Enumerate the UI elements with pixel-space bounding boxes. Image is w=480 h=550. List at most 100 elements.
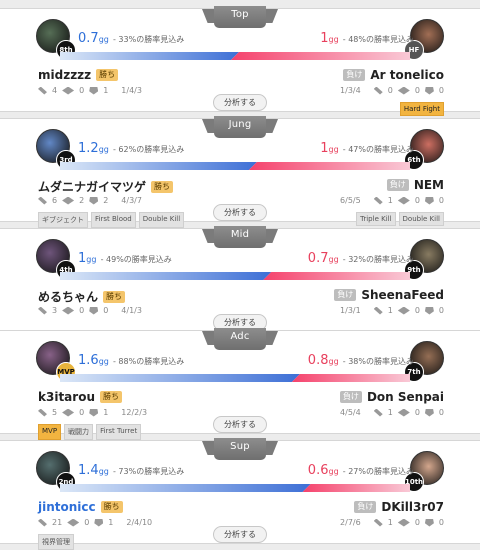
right-gold-score: 0.8gg - 38%の勝率見込み	[308, 353, 414, 368]
right-player-name[interactable]: DKill3r07	[381, 500, 444, 514]
right-player[interactable]: 負け Don Senpai	[339, 390, 444, 404]
left-winrate: - 73%の勝率見込み	[112, 467, 185, 476]
right-player[interactable]: 負け SheenaFeed	[334, 288, 444, 302]
red-side-fill	[263, 272, 410, 280]
lose-badge: 負け	[343, 69, 366, 81]
right-champion-avatar[interactable]: 6th	[404, 129, 444, 170]
kill-icon	[397, 518, 410, 527]
left-player[interactable]: めるちゃん 勝ち	[38, 288, 126, 305]
death-count: 1	[103, 408, 109, 417]
kda-value: 6/5/5	[340, 196, 361, 205]
analyze-button[interactable]: 分析する	[213, 416, 267, 433]
kill-icon	[397, 408, 410, 417]
ward-icon	[373, 408, 383, 417]
left-player[interactable]: jintonicc 勝ち	[38, 500, 123, 514]
ward-icon	[38, 86, 47, 95]
left-gold-score: 1.4gg - 73%の勝率見込み	[78, 463, 184, 478]
right-player[interactable]: 負け NEM	[386, 178, 444, 192]
death-icon	[424, 518, 434, 527]
ward-icon	[38, 518, 47, 527]
left-player-name[interactable]: ムダニナガイマツゲ	[38, 178, 146, 195]
lose-badge: 負け	[354, 501, 377, 513]
left-champion-avatar[interactable]: MVP	[36, 341, 76, 382]
achievement-tag: Hard Fight	[399, 102, 444, 116]
kill-count: 0	[414, 306, 420, 315]
death-icon	[94, 518, 104, 527]
death-icon	[424, 306, 434, 315]
right-champion-avatar[interactable]: 7th	[404, 341, 444, 382]
lane-comparison-panel: Top 8th HF 0.7gg - 33%の勝率見込み 1gg - 48%の勝…	[0, 0, 480, 550]
red-side-fill	[231, 52, 410, 60]
right-winrate: - 38%の勝率見込み	[342, 357, 414, 366]
right-champion-avatar[interactable]: HF	[404, 19, 444, 60]
analyze-button[interactable]: 分析する	[213, 526, 267, 543]
blue-side-fill	[60, 162, 257, 170]
left-champion-avatar[interactable]: 2nd	[36, 451, 76, 492]
left-winrate: - 33%の勝率見込み	[112, 35, 185, 44]
blue-side-fill	[60, 484, 311, 492]
right-player-name[interactable]: SheenaFeed	[361, 288, 444, 302]
kill-count: 0	[414, 518, 420, 527]
left-stats: 6 2 2 4/3/7	[38, 196, 142, 205]
ward-icon	[373, 306, 383, 315]
death-count: 0	[438, 518, 444, 527]
left-gold-unit: gg	[98, 35, 109, 44]
kill-count: 0	[414, 408, 420, 417]
left-player-name[interactable]: jintonicc	[38, 500, 96, 514]
right-player[interactable]: 負け Ar tonelico	[343, 68, 444, 82]
gold-comparison-bar	[60, 484, 418, 492]
red-side-fill	[291, 374, 410, 382]
right-winrate: - 27%の勝率見込み	[342, 467, 414, 476]
ward-count: 1	[387, 518, 393, 527]
kda-value: 2/7/6	[340, 518, 361, 527]
right-achievement-tags: Hard Fight	[399, 102, 444, 116]
left-champion-avatar[interactable]: 3rd	[36, 129, 76, 170]
death-icon	[424, 86, 434, 95]
left-achievement-tags: 視界管理	[38, 534, 74, 550]
lane-role-tab: Sup	[202, 438, 278, 460]
left-player-name[interactable]: k3itarou	[38, 390, 95, 404]
right-gold-score: 0.6gg - 27%の勝率見込み	[308, 463, 414, 478]
death-icon	[89, 306, 99, 315]
death-count: 0	[438, 196, 444, 205]
right-champion-avatar[interactable]: 9th	[404, 239, 444, 280]
left-champion-avatar[interactable]: 8th	[36, 19, 76, 60]
right-player-name[interactable]: NEM	[414, 178, 444, 192]
right-player-name[interactable]: Ar tonelico	[370, 68, 444, 82]
left-player-name[interactable]: midzzzz	[38, 68, 91, 82]
kill-count: 0	[414, 196, 420, 205]
lane-role-label: Mid	[230, 229, 250, 240]
blue-side-fill	[60, 52, 239, 60]
lane-role-label: Top	[231, 9, 249, 20]
left-champion-avatar[interactable]: 4th	[36, 239, 76, 280]
right-gold-unit: gg	[328, 467, 339, 476]
kill-icon	[62, 306, 75, 315]
kda-value: 12/2/3	[121, 408, 148, 417]
gold-comparison-bar	[60, 52, 418, 60]
left-gold-unit: gg	[98, 467, 109, 476]
analyze-button[interactable]: 分析する	[213, 204, 267, 221]
death-count: 0	[438, 306, 444, 315]
right-stats: 6/5/5 1 0 0	[340, 196, 444, 205]
win-badge: 勝ち	[96, 69, 119, 81]
kill-count: 0	[79, 408, 85, 417]
left-player[interactable]: midzzzz 勝ち	[38, 68, 119, 82]
lane-role-tab: Adc	[202, 328, 278, 350]
left-gold-score: 1.6gg - 88%の勝率見込み	[78, 353, 184, 368]
analyze-button[interactable]: 分析する	[213, 94, 267, 111]
left-gold-unit: gg	[98, 357, 109, 366]
right-champion-avatar[interactable]: 10th	[404, 451, 444, 492]
left-gold-unit: gg	[86, 255, 97, 264]
right-player-name[interactable]: Don Senpai	[367, 390, 444, 404]
lane-role-label: Adc	[230, 331, 250, 342]
left-gold-value: 0.7	[78, 31, 99, 46]
right-player[interactable]: 負け DKill3r07	[354, 500, 444, 514]
left-player-name[interactable]: めるちゃん	[38, 288, 98, 305]
left-stats: 4 0 1 1/4/3	[38, 86, 142, 95]
left-player[interactable]: k3itarou 勝ち	[38, 390, 122, 404]
right-winrate: - 47%の勝率見込み	[342, 145, 414, 154]
achievement-tag: First Blood	[91, 212, 136, 228]
right-stats: 4/5/4 1 0 0	[340, 408, 444, 417]
left-player[interactable]: ムダニナガイマツゲ 勝ち	[38, 178, 174, 195]
death-icon	[424, 408, 434, 417]
